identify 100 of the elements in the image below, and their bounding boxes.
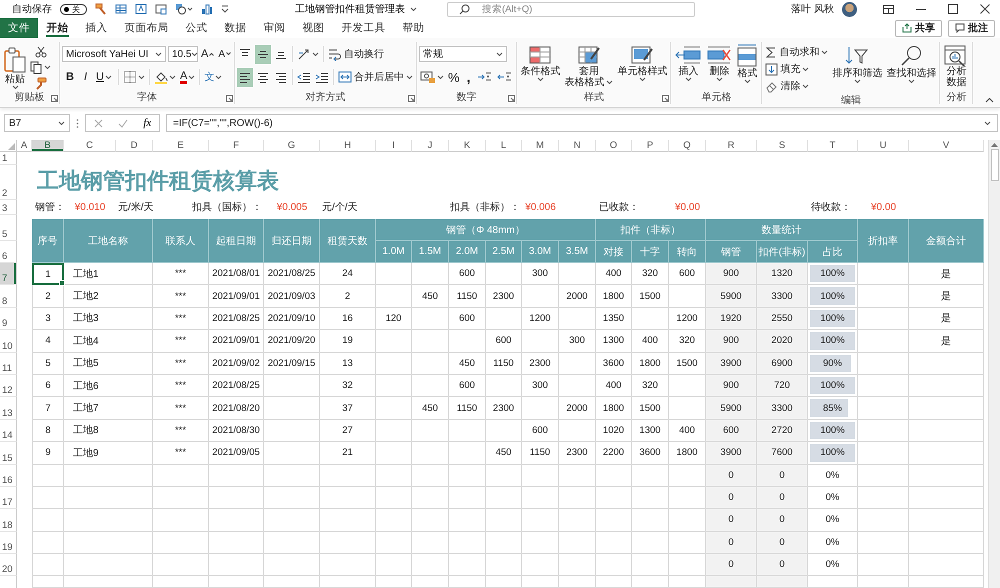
row-header[interactable]: 13 bbox=[0, 397, 17, 420]
column-header[interactable]: U bbox=[858, 140, 909, 152]
analyze-data-button[interactable]: 分析 数据 bbox=[942, 44, 970, 91]
row-header[interactable]: 14 bbox=[0, 420, 17, 442]
row-header[interactable]: 16 bbox=[0, 464, 17, 487]
document-title[interactable]: 工地钢管扣件租赁管理表 bbox=[289, 1, 423, 17]
fill-button[interactable]: 填充 bbox=[764, 61, 830, 77]
ribbon-tab[interactable]: 公式 bbox=[177, 18, 216, 38]
column-header[interactable]: G bbox=[264, 140, 320, 152]
table-icon[interactable] bbox=[115, 3, 127, 15]
format-button[interactable]: 格式 bbox=[735, 44, 760, 91]
number-format-field[interactable]: 常规 bbox=[419, 46, 508, 62]
bar-chart-icon[interactable] bbox=[201, 3, 213, 15]
table-format-button[interactable]: 套用 表格格式 bbox=[563, 44, 614, 91]
ribbon-tab[interactable]: 插入 bbox=[77, 18, 116, 38]
italic-button[interactable]: I bbox=[80, 68, 92, 86]
row-header[interactable]: 8 bbox=[0, 285, 17, 308]
delete-button[interactable]: 删除 bbox=[705, 44, 734, 91]
shrink-font-button[interactable]: A bbox=[217, 44, 232, 64]
scrollbar-thumb[interactable] bbox=[990, 149, 998, 181]
copy-icon[interactable] bbox=[30, 61, 42, 74]
column-header[interactable]: M bbox=[522, 140, 559, 152]
row-header[interactable]: 10 bbox=[0, 330, 17, 353]
name-box[interactable]: B7 bbox=[4, 114, 70, 132]
column-header[interactable]: Q bbox=[669, 140, 706, 152]
brush-icon[interactable] bbox=[95, 3, 107, 15]
row-header[interactable]: 19 bbox=[0, 532, 17, 554]
column-header[interactable]: P bbox=[632, 140, 669, 152]
row-header[interactable]: 18 bbox=[0, 509, 17, 532]
grow-font-button[interactable]: A bbox=[200, 44, 216, 64]
row-header[interactable]: 5 bbox=[0, 219, 17, 241]
column-header[interactable]: C bbox=[64, 140, 116, 152]
align-middle-button[interactable] bbox=[255, 44, 272, 64]
cell-styles-button[interactable]: 单元格样式 bbox=[616, 44, 668, 91]
customize-icon[interactable] bbox=[221, 4, 229, 14]
clear-button[interactable]: 清除 bbox=[764, 78, 830, 94]
dialog-launcher-icon[interactable] bbox=[508, 95, 516, 102]
dialog-launcher-icon[interactable] bbox=[51, 95, 58, 102]
scroll-up-icon[interactable] bbox=[991, 142, 998, 147]
wrap-text-button[interactable]: 自动换行 bbox=[327, 46, 386, 62]
bold-button[interactable]: B bbox=[62, 68, 78, 86]
font-color-button[interactable]: A bbox=[178, 68, 196, 86]
share-button[interactable]: 共享 bbox=[895, 20, 942, 36]
cut-icon[interactable] bbox=[34, 46, 46, 58]
ribbon-tab[interactable]: 页面布局 bbox=[116, 18, 177, 38]
column-header[interactable]: H bbox=[320, 140, 376, 152]
autosum-button[interactable]: 自动求和 bbox=[764, 44, 830, 60]
picture-frame-icon[interactable] bbox=[155, 3, 167, 15]
search-field[interactable]: 搜索(Alt+Q) bbox=[447, 2, 695, 16]
column-header[interactable]: B bbox=[32, 140, 64, 152]
row-header[interactable]: 1 bbox=[0, 152, 17, 165]
column-header[interactable]: D bbox=[116, 140, 153, 152]
font-name-field[interactable]: Microsoft YaHei UI bbox=[62, 46, 166, 62]
sort-filter-button[interactable]: 排序和筛选 bbox=[831, 44, 884, 94]
text-box-icon[interactable] bbox=[135, 3, 147, 15]
row-header[interactable]: 2 bbox=[0, 165, 17, 200]
collapse-ribbon-icon[interactable] bbox=[985, 97, 994, 103]
ribbon-tab[interactable]: 开发工具 bbox=[333, 18, 394, 38]
font-size-field[interactable]: 10.5 bbox=[168, 46, 198, 62]
percent-button[interactable]: % bbox=[447, 68, 461, 86]
user-avatar[interactable] bbox=[842, 2, 857, 16]
underline-button[interactable]: U bbox=[93, 68, 115, 86]
selected-cell[interactable]: 1 bbox=[32, 263, 64, 286]
paste-button[interactable]: 粘贴 bbox=[2, 44, 28, 91]
dialog-launcher-icon[interactable] bbox=[408, 95, 416, 102]
row-header[interactable]: 7 bbox=[0, 263, 17, 286]
dialog-launcher-icon[interactable] bbox=[226, 95, 234, 102]
phonetic-button[interactable]: 文 bbox=[203, 68, 224, 86]
row-header[interactable]: 12 bbox=[0, 374, 17, 398]
row-header[interactable]: 20 bbox=[0, 554, 17, 576]
column-header[interactable]: N bbox=[559, 140, 596, 152]
column-header[interactable]: E bbox=[153, 140, 209, 152]
find-select-button[interactable]: 查找和选择 bbox=[885, 44, 938, 94]
formula-field[interactable]: =IF(C7="","",ROW()-6) bbox=[166, 114, 998, 132]
ribbon-tab[interactable]: 数据 bbox=[216, 18, 255, 38]
ribbon-display-icon[interactable] bbox=[883, 4, 894, 14]
merge-center-button[interactable]: 合并后居中 bbox=[337, 69, 414, 85]
autosave-toggle[interactable]: 关 bbox=[60, 4, 87, 14]
ribbon-tab[interactable]: 视图 bbox=[294, 18, 333, 38]
column-header[interactable]: F bbox=[209, 140, 264, 152]
comma-button[interactable]: , bbox=[462, 68, 474, 86]
shapes-icon[interactable] bbox=[175, 3, 193, 15]
ribbon-tab[interactable]: 审阅 bbox=[255, 18, 294, 38]
column-header[interactable]: T bbox=[808, 140, 858, 152]
column-header[interactable]: K bbox=[449, 140, 486, 152]
column-header[interactable]: S bbox=[757, 140, 808, 152]
format-painter-icon[interactable] bbox=[34, 77, 47, 90]
row-header[interactable]: 17 bbox=[0, 486, 17, 510]
column-header[interactable]: V bbox=[909, 140, 984, 152]
ribbon-tab[interactable]: 帮助 bbox=[394, 18, 433, 38]
row-header[interactable]: 11 bbox=[0, 352, 17, 375]
comments-button[interactable]: 批注 bbox=[948, 20, 995, 36]
insert-button[interactable]: 插入 bbox=[673, 44, 704, 91]
insert-function-button[interactable]: fx bbox=[143, 117, 152, 129]
close-icon[interactable] bbox=[980, 4, 990, 14]
row-header[interactable]: 9 bbox=[0, 308, 17, 330]
ribbon-tab[interactable]: 开始 bbox=[38, 18, 77, 38]
vertical-scrollbar[interactable] bbox=[988, 140, 1000, 588]
maximize-icon[interactable] bbox=[948, 4, 958, 14]
column-header[interactable]: I bbox=[376, 140, 412, 152]
